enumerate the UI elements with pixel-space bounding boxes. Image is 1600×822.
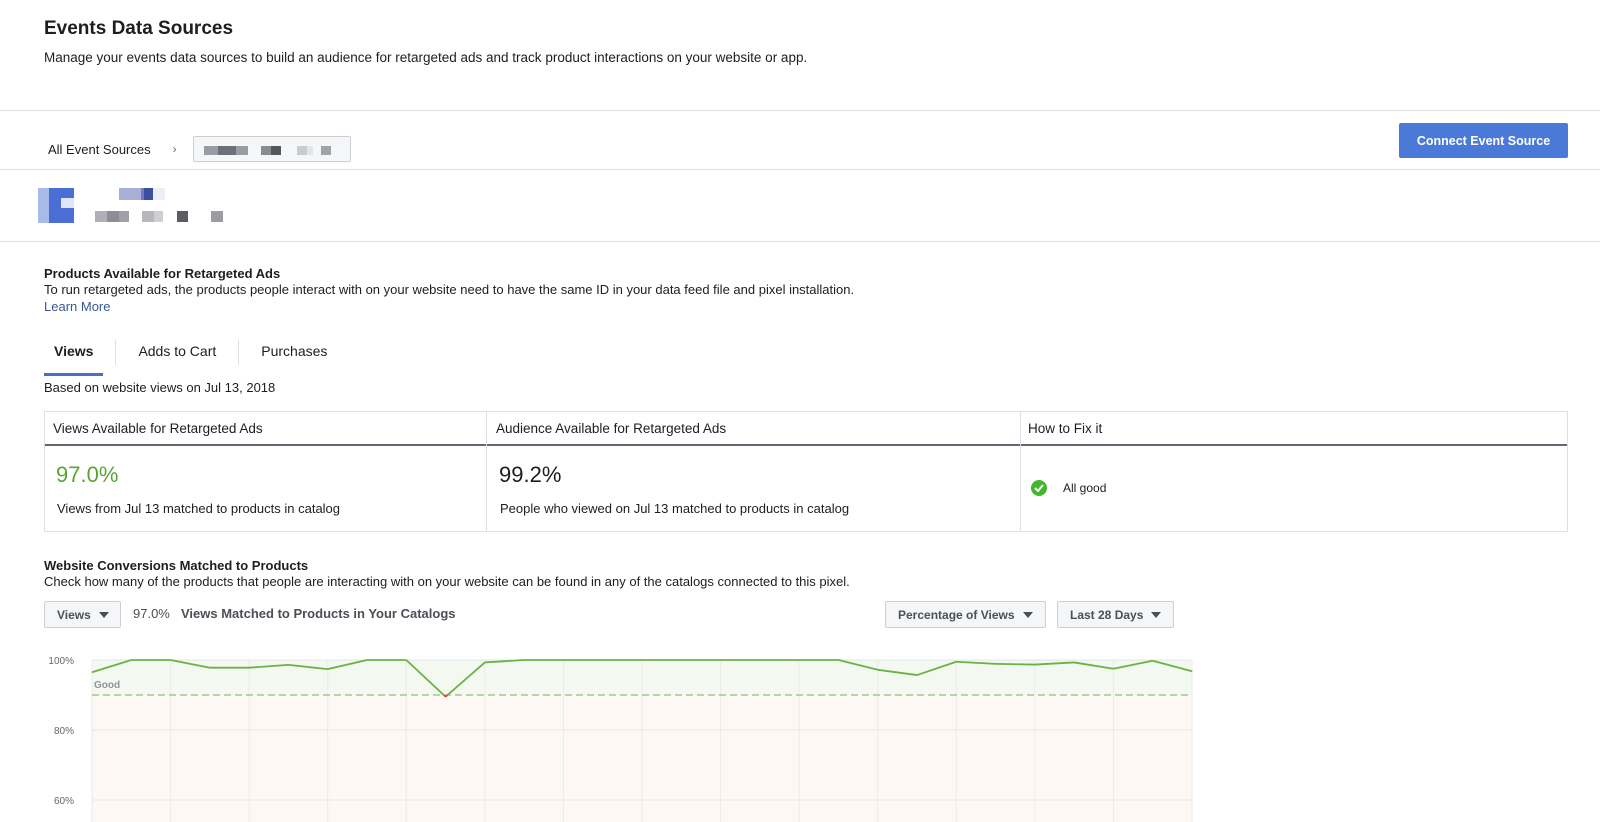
page-title: Events Data Sources [44,18,234,39]
learn-more-link[interactable]: Learn More [44,299,110,314]
data-point [484,661,486,663]
fix-status: All good [1063,481,1107,495]
data-point [248,667,250,669]
page-header: Events Data Sources Manage your events d… [44,18,807,65]
column-divider [1020,412,1021,531]
data-point [720,659,722,661]
caret-down-icon [1022,611,1033,618]
divider [0,169,1600,170]
conversions-section-title: Website Conversions Matched to Products [44,558,309,573]
redacted-source-id [95,211,225,222]
data-point [209,667,211,669]
page-subtitle: Manage your events data sources to build… [44,50,808,65]
data-point [523,659,525,661]
data-point [1112,668,1114,670]
data-point [837,659,839,661]
redacted-text [270,146,281,155]
audience-available-percent: 99.2% [499,462,562,487]
breadcrumb-all-event-sources[interactable]: All Event Sources [48,142,151,157]
tab-views[interactable]: Views [44,338,104,376]
data-point [798,659,800,661]
y-tick-label: 60% [54,796,74,807]
matched-percent: 97.0% [133,606,170,621]
data-point [995,663,997,665]
data-point [680,659,682,661]
products-section-title: Products Available for Retargeted Ads [44,266,281,281]
data-point [1191,670,1193,672]
data-point [562,659,564,661]
data-point [130,659,132,661]
breadcrumb: All Event Sources › [48,136,351,162]
data-point [759,659,761,661]
check-circle-icon [1031,480,1047,496]
conversions-line-chart: 100% 80% 60% Good [48,656,1193,822]
data-point [327,668,329,670]
matched-label: Views Matched to Products in Your Catalo… [181,606,456,621]
views-available-description: Views from Jul 13 matched to products in… [57,501,341,516]
data-point [955,661,957,663]
data-point [877,669,879,671]
redacted-text [217,146,236,155]
redacted-text [296,146,307,155]
column-divider [486,412,487,531]
divider [0,110,1600,111]
tab-divider [238,340,240,365]
stats-table: Views Available for Retargeted Ads Audie… [44,411,1568,532]
data-point [1073,661,1075,663]
redacted-text [320,146,331,155]
good-label: Good [94,680,120,691]
data-point [405,659,407,661]
products-section-description: To run retargeted ads, the products peop… [44,282,855,297]
column-header: How to Fix it [1028,421,1103,436]
views-available-percent: 97.0% [56,462,119,487]
event-source-logo-icon [38,188,74,223]
caret-down-icon [98,611,109,618]
breadcrumb-current-source[interactable] [192,136,351,162]
conversions-section-description: Check how many of the products that peop… [44,574,850,589]
redacted-text [306,146,313,155]
redacted-text [260,146,271,155]
redacted-text [203,146,218,155]
date-range-value: Last 28 Days [1070,607,1144,622]
date-range-dropdown[interactable]: Last 28 Days [1057,601,1174,628]
data-point [602,659,604,661]
column-header: Views Available for Retargeted Ads [53,421,263,436]
tab-divider [115,340,117,365]
divider [0,241,1600,242]
data-point [641,659,643,661]
data-point [1034,664,1036,666]
data-point [287,664,289,666]
measure-value: Percentage of Views [898,607,1015,622]
table-header-row: Views Available for Retargeted Ads Audie… [45,412,1567,446]
data-point [91,671,93,673]
redacted-source-name [119,188,167,200]
y-tick-label: 100% [48,656,74,667]
audience-available-description: People who viewed on Jul 13 matched to p… [500,501,850,516]
chevron-right-icon: › [172,142,177,156]
tabs: Views Adds to Cart Purchases [44,338,337,376]
tab-adds-to-cart[interactable]: Adds to Cart [128,338,226,376]
based-on-text: Based on website views on Jul 13, 2018 [44,380,276,395]
data-point [916,674,918,676]
event-type-dropdown[interactable]: Views [44,601,121,628]
redacted-text [235,146,248,155]
data-point [170,659,172,661]
data-point [445,696,447,698]
caret-down-icon [1151,611,1162,618]
data-point [1152,660,1154,662]
y-tick-label: 80% [54,726,74,737]
tab-purchases[interactable]: Purchases [251,338,337,376]
column-header: Audience Available for Retargeted Ads [496,421,727,436]
connect-event-source-button[interactable]: Connect Event Source [1399,123,1568,158]
series-segment [995,662,1035,666]
event-type-value: Views [57,607,91,622]
measure-dropdown[interactable]: Percentage of Views [885,601,1046,628]
data-point [366,659,368,661]
page: Events Data Sources Manage your events d… [0,0,1600,822]
